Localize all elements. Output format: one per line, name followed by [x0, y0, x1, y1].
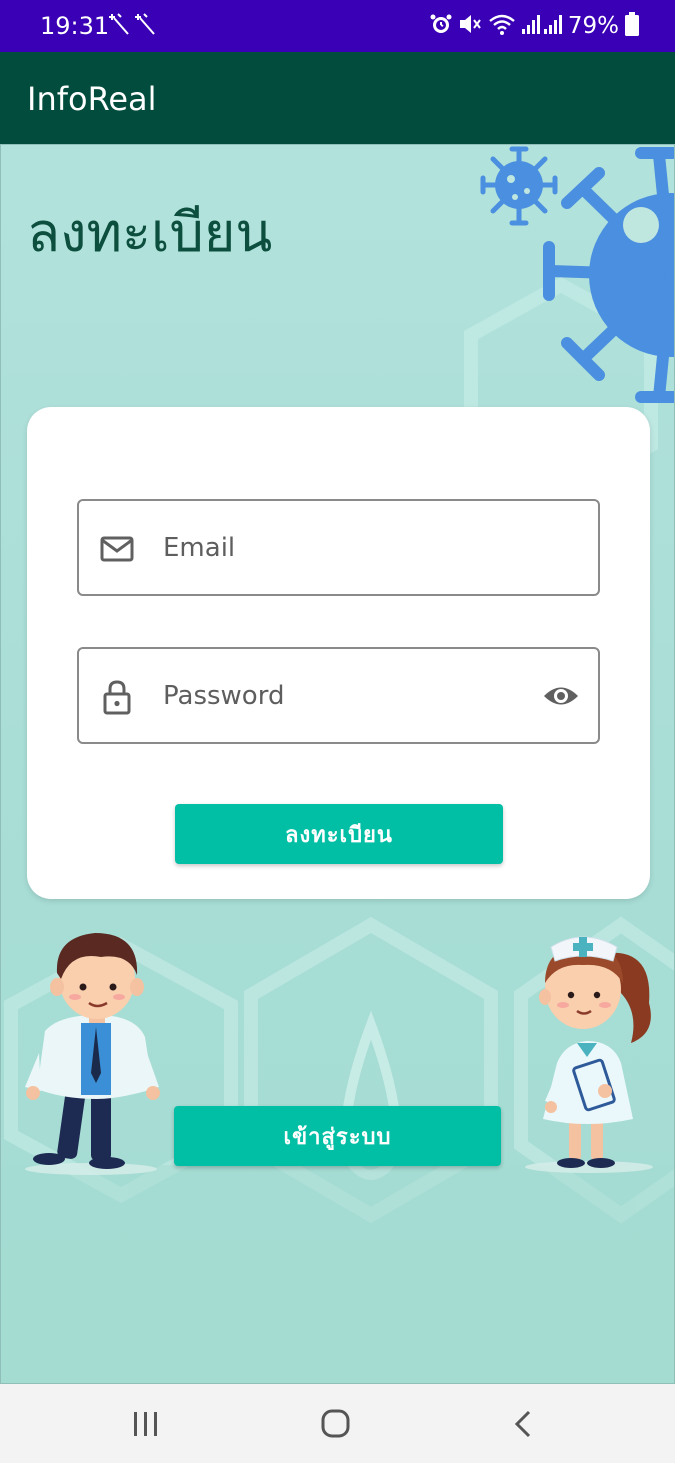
email-field[interactable] — [77, 499, 600, 596]
app-title: InfoReal — [27, 80, 157, 118]
virus-large-icon — [543, 147, 674, 403]
home-icon[interactable] — [316, 1406, 356, 1442]
password-input[interactable] — [163, 649, 523, 742]
page-title: ลงทะเบียน — [27, 201, 273, 264]
alarm-icon — [430, 13, 452, 39]
mute-icon — [458, 13, 482, 39]
navigation-bar — [0, 1384, 675, 1463]
eye-icon[interactable] — [542, 679, 580, 713]
recents-icon[interactable] — [126, 1406, 166, 1442]
doctor-illustration — [25, 933, 160, 1175]
mail-icon — [99, 531, 135, 567]
password-field[interactable] — [77, 647, 600, 744]
register-screen: ลงทะเบียน ลงทะเบียน — [0, 144, 675, 1384]
back-icon[interactable] — [504, 1406, 544, 1442]
battery-icon — [625, 12, 639, 40]
register-card: ลงทะเบียน — [27, 407, 650, 899]
register-button[interactable]: ลงทะเบียน — [175, 804, 503, 864]
status-time: 19:31 — [40, 12, 110, 40]
wifi-icon — [488, 13, 516, 39]
battery-level: 79% — [567, 13, 619, 39]
login-button[interactable]: เข้าสู่ระบบ — [174, 1106, 501, 1166]
lock-icon — [99, 679, 135, 715]
status-icons: 79% — [430, 12, 639, 40]
email-input[interactable] — [163, 501, 523, 594]
sparkle-icon — [108, 12, 160, 44]
signal-icon — [521, 13, 562, 39]
app-bar: InfoReal — [0, 52, 675, 144]
status-bar: 19:31 79% — [0, 0, 675, 52]
nurse-illustration — [525, 936, 653, 1173]
